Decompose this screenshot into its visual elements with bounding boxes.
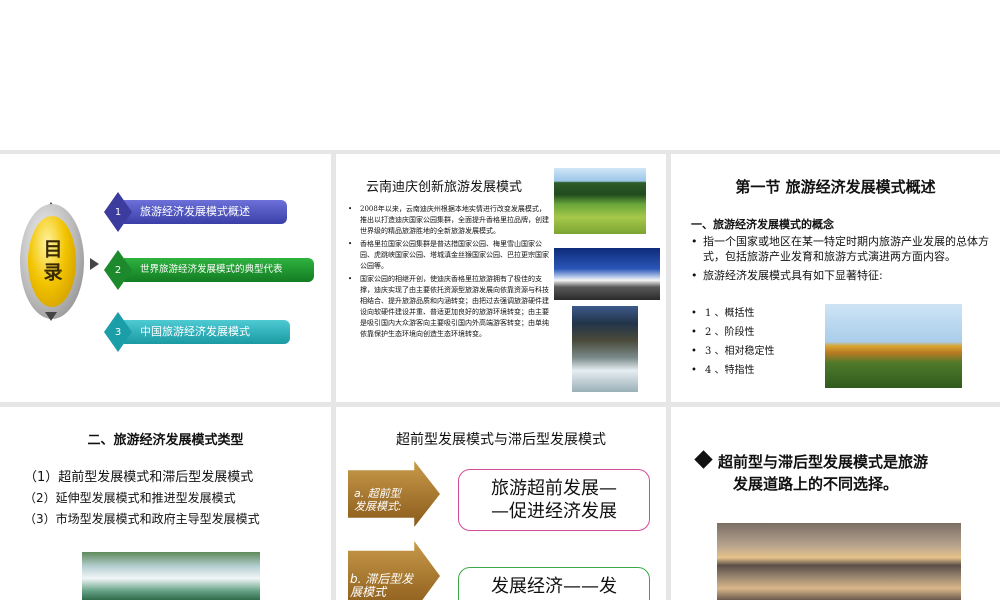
slide-title: 第一节 旅游经济发展模式概述 — [735, 178, 936, 196]
toc-number-diamond: 1 — [104, 192, 132, 232]
paragraph: 旅游经济发展模式具有如下显著特征: — [689, 268, 989, 283]
statement-text: 超前型与滞后型发展模式是旅游 发展道路上的不同选择。 — [694, 450, 987, 495]
statement-line: 超前型与滞后型发展模式是旅游 — [718, 453, 929, 471]
box-line: —促进经济发展 — [491, 501, 617, 522]
feature-list: 1 、概括性 2 、阶段性 3 、相对稳定性 4 、特指性 — [691, 304, 775, 380]
temple-photo — [825, 304, 962, 388]
concept-text: 指一个国家或地区在某一特定时期内旅游产业发展的总体方式，包括旅游产业发育和旅游方… — [689, 234, 989, 283]
list-item: 香格里拉国家公园集群是普达措国家公园、梅里雪山国家公园、虎跳峡国家公园、塔城滇金… — [346, 239, 552, 272]
arrow-right-icon — [90, 258, 99, 270]
slide-3-overview[interactable]: 第一节 旅游经济发展模式概述 一、旅游经济发展模式的概念 指一个国家或地区在某一… — [671, 154, 1000, 402]
slide-6-choice[interactable]: 超前型与滞后型发展模式是旅游 发展道路上的不同选择。 — [671, 407, 1000, 600]
slide-4-types[interactable]: 二、旅游经济发展模式类型 （1）超前型发展模式和滞后型发展模式 （2）延伸型发展… — [0, 407, 331, 600]
toc-number-diamond: 3 — [104, 312, 132, 352]
statement-line: 发展道路上的不同选择。 — [733, 475, 899, 493]
list-item: （1）超前型发展模式和滞后型发展模式 — [24, 470, 254, 485]
slide-5-comparison[interactable]: 超前型发展模式与滞后型发展模式 a. 超前型 发展模式: 旅游超前发展— —促进… — [336, 407, 666, 600]
label-line: a. 超前型 — [354, 487, 401, 500]
section-heading: 一、旅游经济发展模式的概念 — [691, 218, 834, 231]
label-line: 发展模式: — [354, 500, 402, 513]
label-line: 展模式 — [350, 585, 387, 599]
list-item: 4 、特指性 — [691, 361, 775, 380]
advanced-mode-box: 旅游超前发展— —促进经济发展 — [458, 469, 650, 531]
snow-mountain-photo — [554, 248, 660, 300]
toc-number: 1 — [114, 206, 122, 218]
arrow-a-label: a. 超前型 发展模式: — [354, 487, 402, 513]
meadow-photo — [554, 168, 646, 234]
box-line: 旅游超前发展— — [491, 478, 617, 499]
arrow-down-icon — [45, 312, 57, 321]
toc-number: 3 — [114, 326, 122, 338]
list-item: （3）市场型发展模式和政府主导型发展模式 — [24, 512, 260, 526]
list-item: 国家公园的相继开创，使迪庆香格里拉旅游拥有了极佳的支撑，迪庆实现了由主要依托资源… — [346, 274, 552, 340]
list-item: 3 、相对稳定性 — [691, 342, 775, 361]
arrow-b-label: b. 滞后型发 展模式 — [350, 573, 413, 599]
toc-number: 2 — [114, 264, 122, 276]
type-list: （1）超前型发展模式和滞后型发展模式 （2）延伸型发展模式和推进型发展模式 （3… — [24, 467, 260, 530]
slide-1-toc[interactable]: 目录 旅游经济发展模式概述 1 世界旅游经济发展模式的典型代表 2 中国旅游经济… — [0, 154, 331, 402]
lake-sunset-photo — [717, 523, 961, 600]
list-item: （2）延伸型发展模式和推进型发展模式 — [24, 491, 236, 505]
slide-title: 云南迪庆创新旅游发展模式 — [366, 180, 523, 195]
toc-number-diamond: 2 — [104, 250, 132, 290]
slide-2-diqing[interactable]: 云南迪庆创新旅游发展模式 2008年以来，云南迪庆州根据本地实情进行改变发展模式… — [336, 154, 666, 402]
lagging-mode-box: 发展经济——发 — [458, 567, 650, 600]
slide-sorter: 目录 旅游经济发展模式概述 1 世界旅游经济发展模式的典型代表 2 中国旅游经济… — [0, 0, 1000, 600]
toc-title: 目录 — [40, 238, 63, 285]
paragraph: 指一个国家或地区在某一特定时期内旅游产业发展的总体方式，包括旅游产业发育和旅游方… — [689, 234, 989, 264]
slide-title: 超前型发展模式与滞后型发展模式 — [396, 432, 606, 448]
waterfall-photo — [82, 552, 260, 600]
gorge-photo — [572, 306, 638, 392]
box-line: 发展经济——发 — [491, 576, 617, 597]
toc-item-label: 旅游经济发展模式概述 — [124, 200, 287, 224]
toc-badge: 目录 — [28, 216, 76, 307]
toc-item-label: 中国旅游经济发展模式 — [124, 320, 290, 344]
list-item: 2008年以来，云南迪庆州根据本地实情进行改变发展模式，推出以打造迪庆国家公园集… — [346, 204, 552, 237]
list-item: 2 、阶段性 — [691, 323, 775, 342]
toc-item-label: 世界旅游经济发展模式的典型代表 — [124, 258, 314, 282]
bullet-list: 2008年以来，云南迪庆州根据本地实情进行改变发展模式，推出以打造迪庆国家公园集… — [346, 204, 552, 342]
list-item: 1 、概括性 — [691, 304, 775, 323]
slide-title: 二、旅游经济发展模式类型 — [87, 433, 244, 448]
diamond-bullet-icon — [694, 450, 713, 469]
